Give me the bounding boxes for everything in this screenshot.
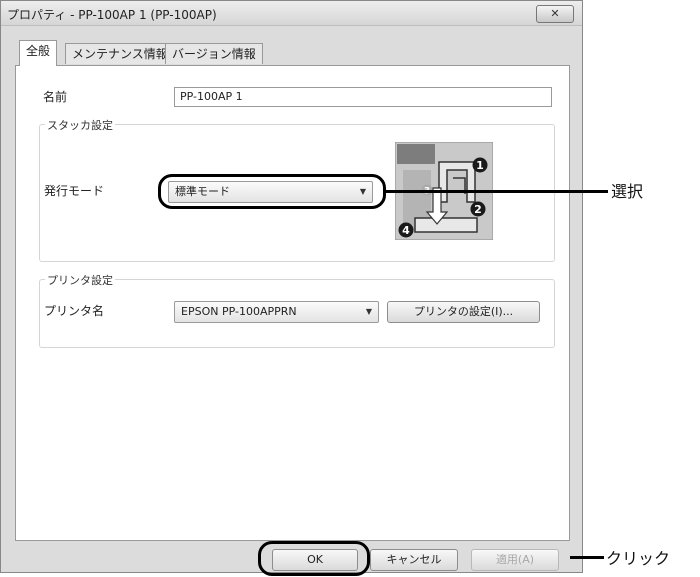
close-button[interactable]: ✕ [536, 5, 574, 23]
marker-1-icon: 1 [472, 157, 488, 173]
tab-maintenance-info[interactable]: メンテナンス情報 [65, 43, 175, 64]
marker-4-label: 4 [402, 224, 410, 237]
name-label: 名前 [43, 90, 68, 104]
properties-dialog: プロパティ - PP-100AP 1 (PP-100AP) ✕ 全般 メンテナン… [0, 0, 583, 573]
title-bar: プロパティ - PP-100AP 1 (PP-100AP) ✕ [1, 1, 582, 26]
marker-2-icon: 2 [470, 201, 486, 217]
tab-version-info[interactable]: バージョン情報 [165, 43, 263, 64]
click-pointer-line [570, 556, 604, 559]
issue-mode-label: 発行モード [44, 184, 105, 198]
tab-general[interactable]: 全般 [19, 40, 58, 66]
select-annotation: 選択 [611, 182, 644, 201]
printer-settings-button[interactable]: プリンタの設定(I)... [387, 301, 540, 323]
marker-1-label: 1 [476, 159, 484, 172]
window-title: プロパティ - PP-100AP 1 (PP-100AP) [7, 8, 217, 22]
printer-settings-title: プリンタ設定 [45, 272, 115, 288]
chevron-down-icon: ▼ [365, 307, 372, 316]
printer-name-label: プリンタ名 [44, 304, 105, 318]
marker-4-icon: 4 [398, 222, 414, 238]
apply-button[interactable]: 適用(A) [471, 549, 559, 571]
cancel-button[interactable]: キャンセル [370, 549, 458, 571]
click-highlight-outline [258, 541, 370, 576]
name-field[interactable]: PP-100AP 1 [174, 87, 552, 107]
printer-name-select[interactable]: EPSON PP-100APPRN ▼ [174, 301, 379, 323]
select-pointer-line [386, 190, 608, 193]
click-annotation: クリック [606, 549, 671, 568]
marker-2-label: 2 [474, 203, 482, 216]
general-tab-panel: 名前 PP-100AP 1 スタッカ設定 発行モード 標準モード ▼ プリンタ設… [15, 65, 570, 541]
printer-name-value: EPSON PP-100APPRN [181, 305, 297, 318]
stacker-settings-title: スタッカ設定 [45, 117, 115, 133]
select-highlight-outline [158, 174, 386, 209]
